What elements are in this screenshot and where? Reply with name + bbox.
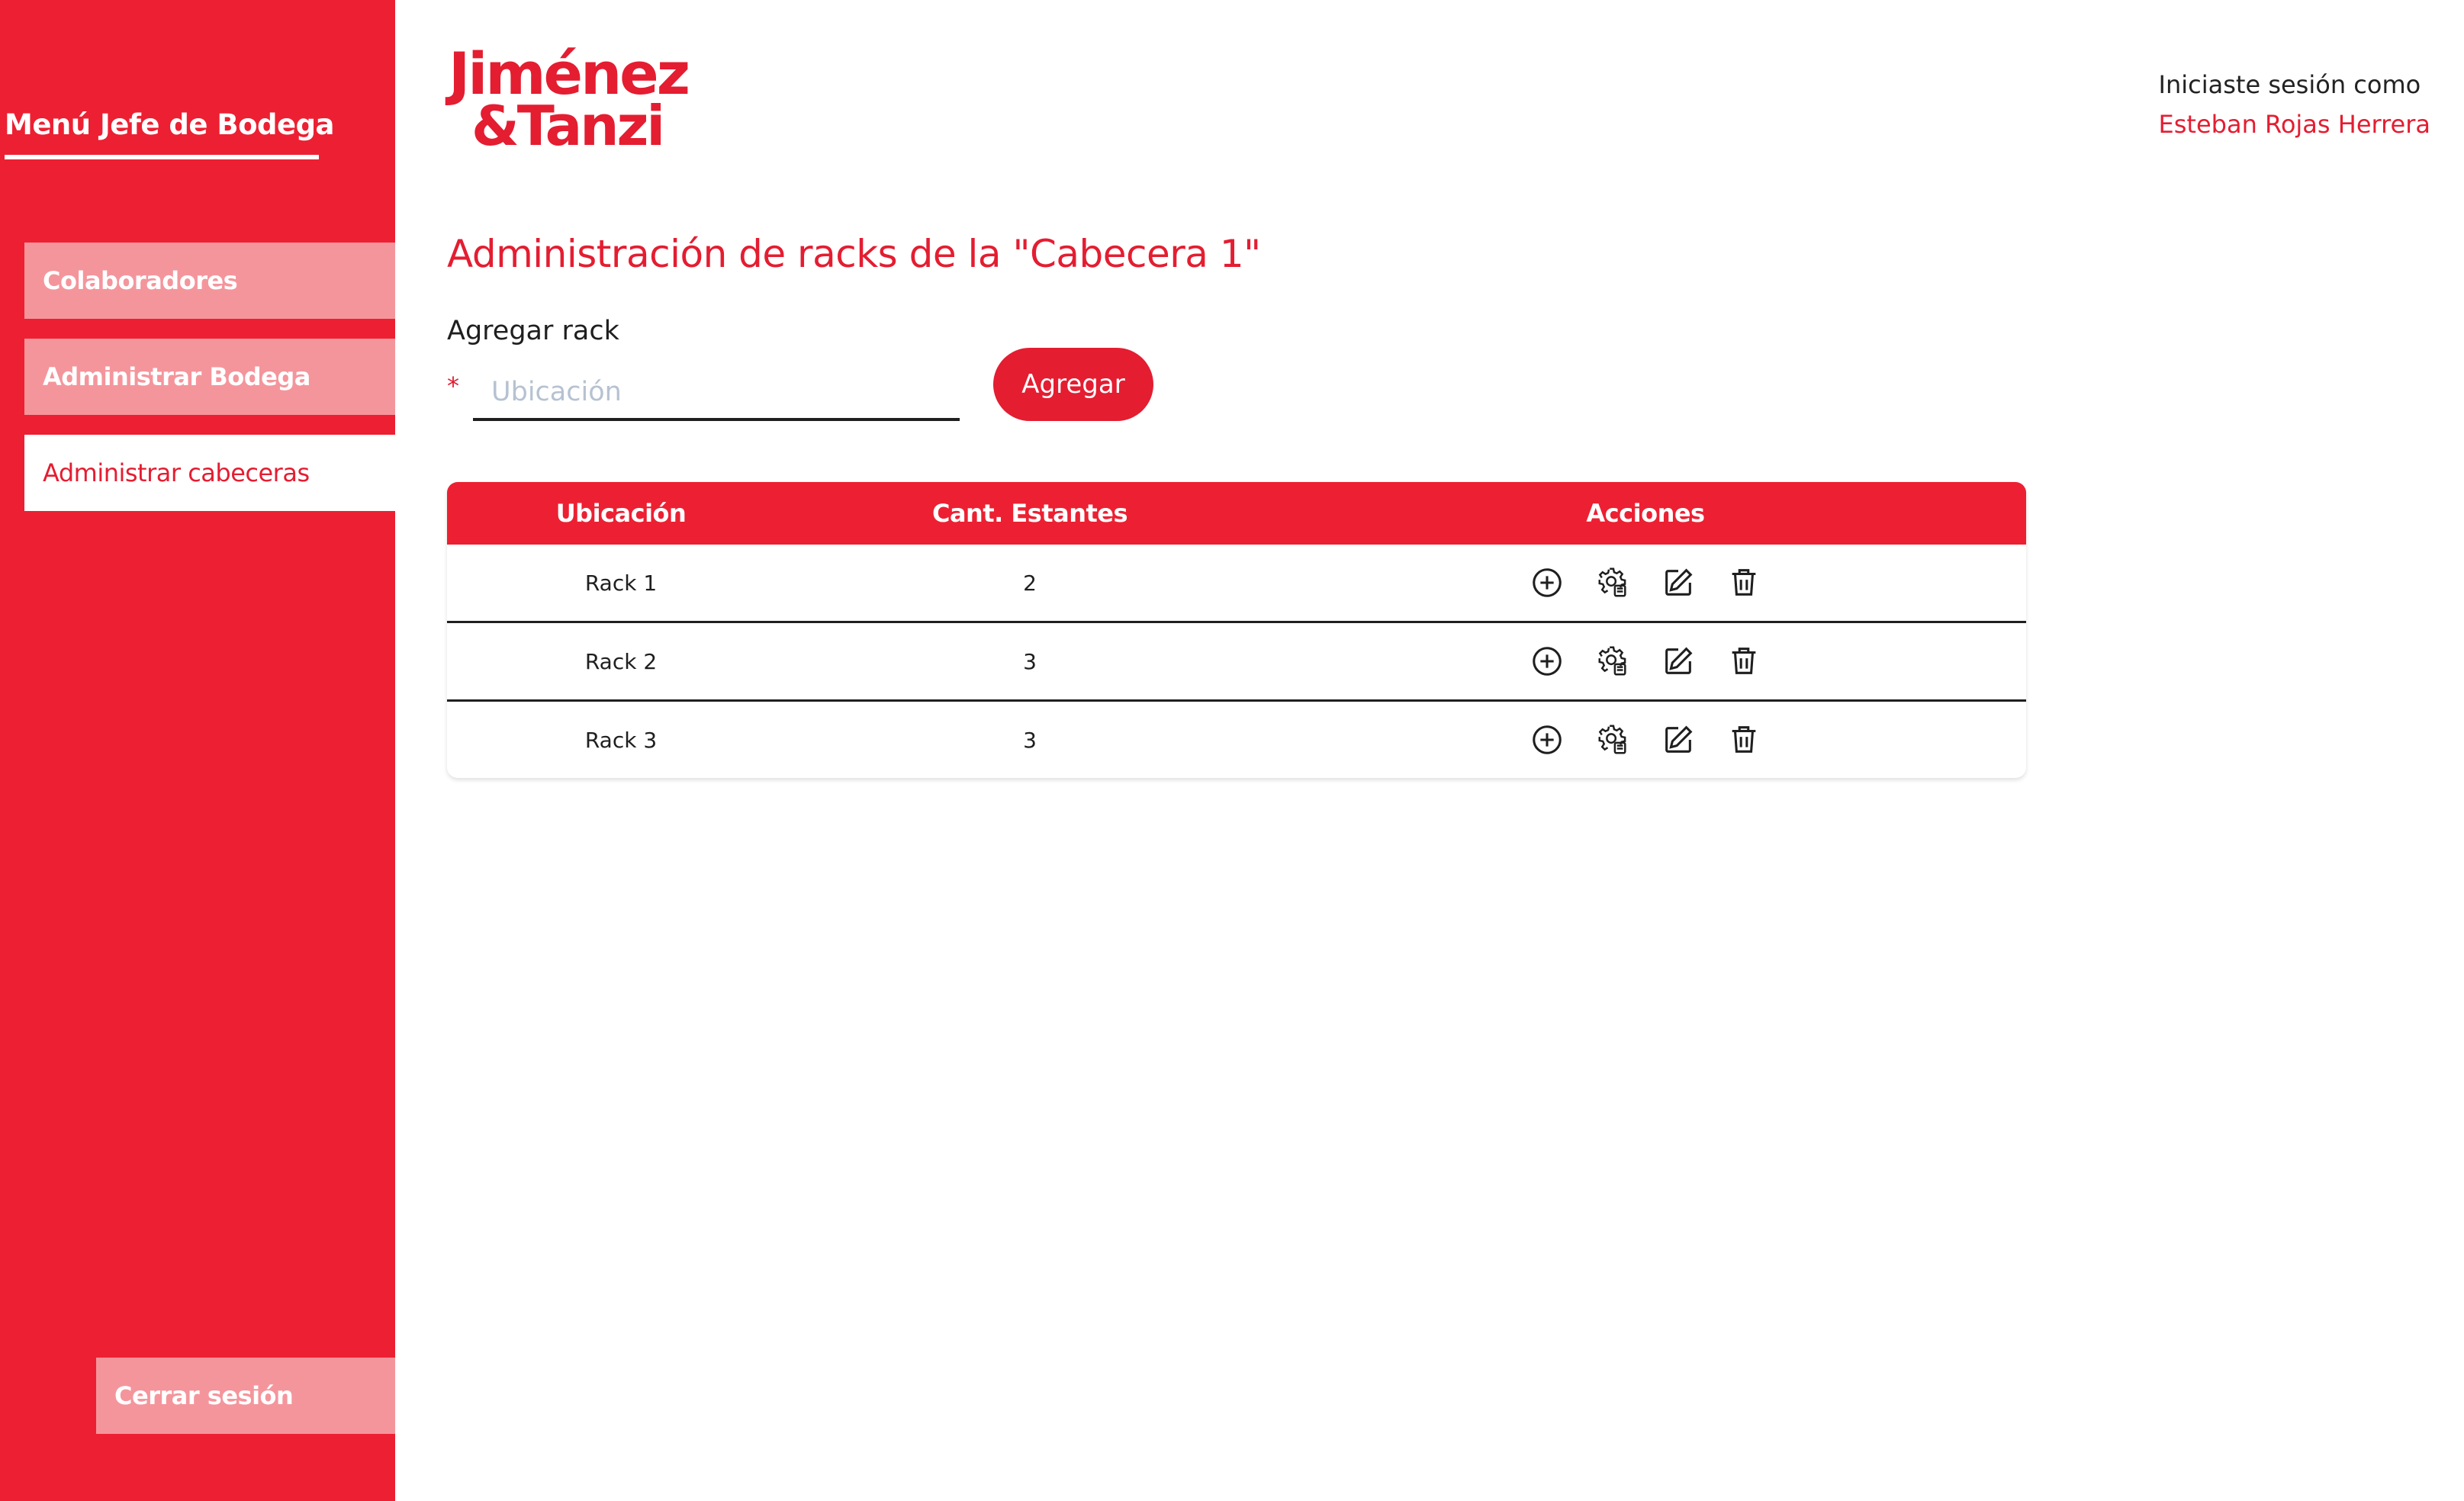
sidebar-item-label: Administrar cabeceras [43, 458, 310, 487]
cell-location: Rack 1 [584, 570, 658, 596]
trash-icon[interactable] [1726, 722, 1761, 757]
location-input[interactable] [473, 366, 960, 421]
sidebar-title-underline [5, 155, 319, 159]
trash-icon[interactable] [1726, 644, 1761, 679]
page-title: Administración de racks de la "Cabecera … [447, 232, 1261, 276]
session-info: Iniciaste sesión como Esteban Rojas Herr… [2159, 70, 2430, 139]
gear-settings-icon[interactable] [1595, 644, 1630, 679]
table-header: Ubicación Cant. Estantes Acciones [447, 482, 2026, 545]
cell-actions [1265, 702, 2026, 778]
logout-button[interactable]: Cerrar sesión [96, 1358, 395, 1434]
gear-settings-icon[interactable] [1595, 722, 1630, 757]
logout-label: Cerrar sesión [114, 1381, 294, 1410]
cell-actions [1265, 545, 2026, 621]
add-rack-button[interactable]: Agregar [993, 348, 1153, 421]
add-rack-label: Agregar rack [447, 316, 619, 346]
table-row: Rack 1 2 [447, 545, 2026, 623]
cell-shelves: 2 [1023, 570, 1037, 596]
brand-logo-line1: Jiménez [449, 40, 690, 108]
brand-logo: Jiménez &Tanzi [449, 40, 690, 158]
column-header-shelves: Cant. Estantes [931, 499, 1128, 528]
brand-logo-line2: &Tanzi [471, 93, 665, 158]
column-header-actions: Acciones [1586, 499, 1705, 528]
plus-circle-icon[interactable] [1530, 565, 1565, 600]
cell-location: Rack 3 [584, 727, 658, 753]
required-mark: * [447, 371, 459, 400]
sidebar-item-colaboradores[interactable]: Colaboradores [24, 243, 395, 319]
plus-circle-icon[interactable] [1530, 722, 1565, 757]
racks-table: Ubicación Cant. Estantes Acciones Rack 1… [447, 482, 2026, 778]
cell-shelves: 3 [1023, 727, 1037, 753]
table-row: Rack 2 3 [447, 623, 2026, 702]
cell-actions [1265, 623, 2026, 699]
cell-location: Rack 2 [584, 648, 658, 674]
trash-icon[interactable] [1726, 565, 1761, 600]
gear-settings-icon[interactable] [1595, 565, 1630, 600]
column-header-location: Ubicación [555, 499, 687, 528]
sidebar: Menú Jefe de Bodega Colaboradores Admini… [0, 0, 395, 1501]
edit-pencil-icon[interactable] [1661, 722, 1696, 757]
plus-circle-icon[interactable] [1530, 644, 1565, 679]
session-label: Iniciaste sesión como [2158, 70, 2421, 99]
session-user-name: Esteban Rojas Herrera [2158, 110, 2430, 139]
sidebar-item-administrar-cabeceras[interactable]: Administrar cabeceras [24, 435, 395, 511]
edit-pencil-icon[interactable] [1661, 565, 1696, 600]
edit-pencil-icon[interactable] [1661, 644, 1696, 679]
table-row: Rack 3 3 [447, 702, 2026, 778]
sidebar-item-administrar-bodega[interactable]: Administrar Bodega [24, 339, 395, 415]
sidebar-item-label: Colaboradores [43, 266, 238, 295]
sidebar-item-label: Administrar Bodega [43, 362, 310, 391]
cell-shelves: 3 [1023, 648, 1037, 674]
sidebar-title: Menú Jefe de Bodega [5, 108, 335, 141]
